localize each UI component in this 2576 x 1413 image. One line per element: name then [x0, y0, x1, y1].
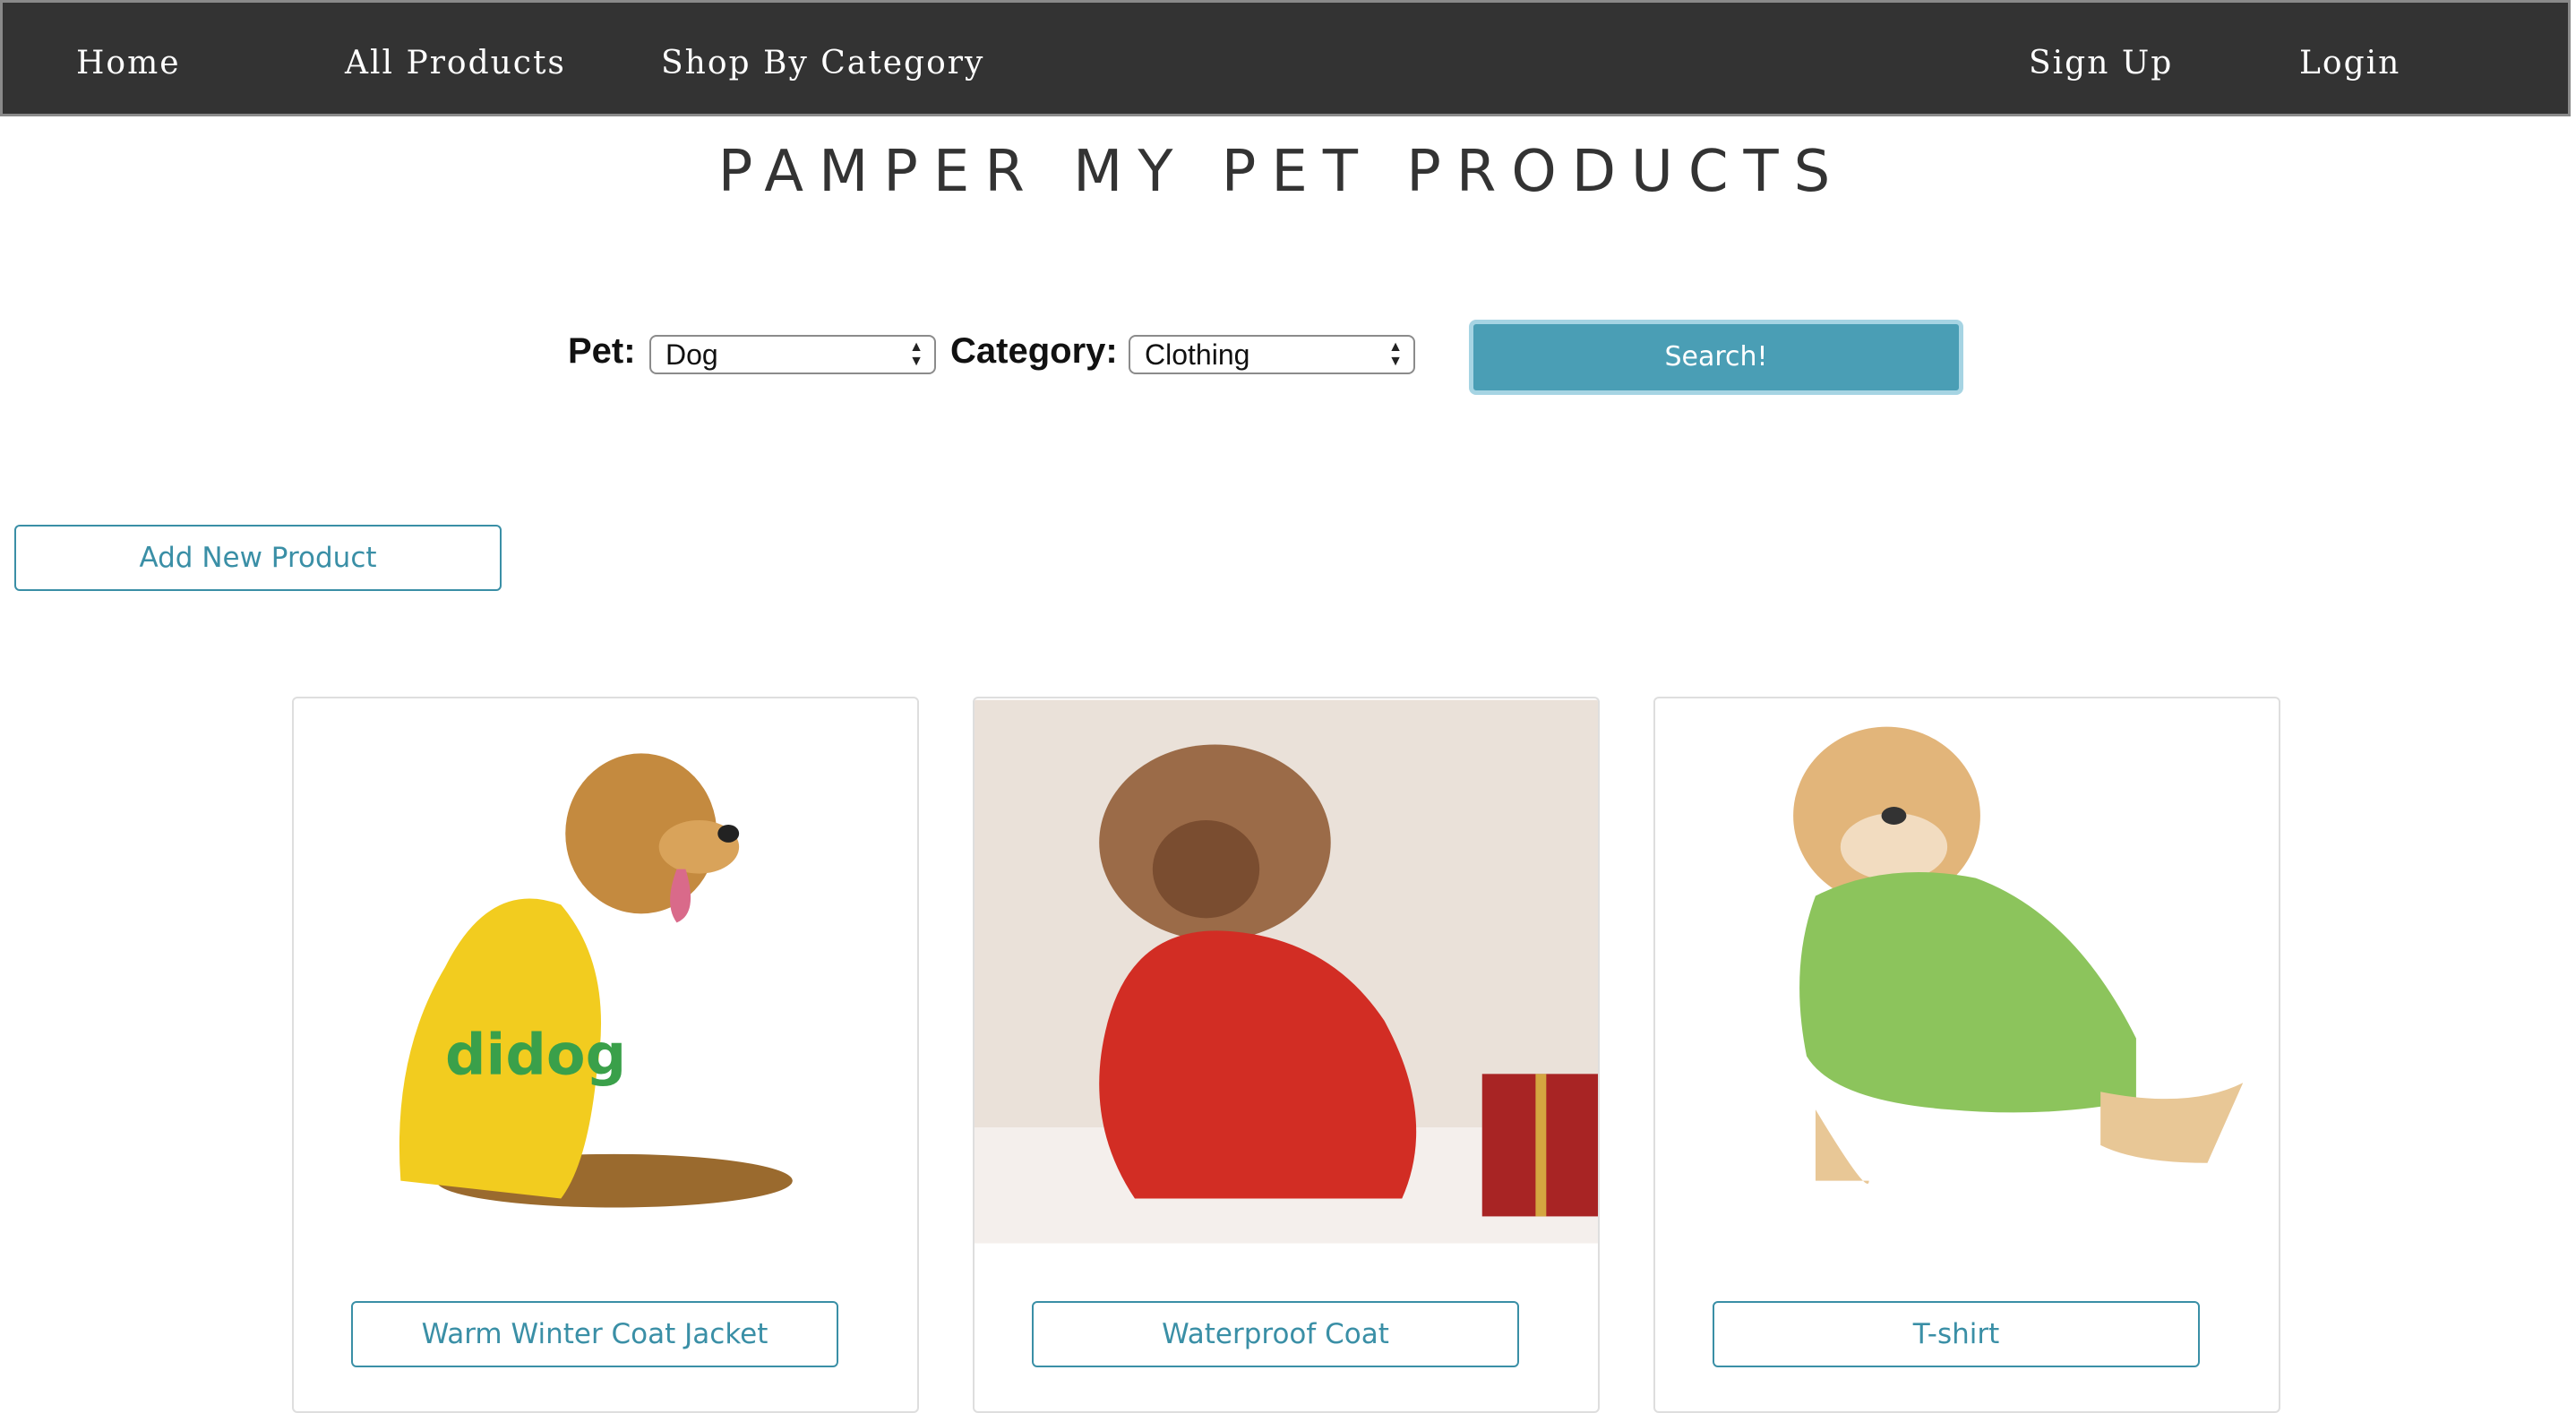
top-navbar: Home All Products Shop By Category Sign … [0, 0, 2571, 116]
product-name-button[interactable]: T-shirt [1713, 1301, 2200, 1367]
category-select[interactable]: Clothing ▲ ▼ [1129, 335, 1415, 374]
pet-label: Pet: [568, 331, 636, 371]
nav-home[interactable]: Home [76, 3, 181, 124]
category-select-value: Clothing [1145, 338, 1250, 371]
product-card: didog Warm Winter Coat Jacket [292, 697, 919, 1413]
search-button[interactable]: Search! [1469, 320, 1963, 395]
nav-sign-up[interactable]: Sign Up [2029, 3, 2173, 124]
product-name-button[interactable]: Waterproof Coat [1032, 1301, 1519, 1367]
add-new-product-button[interactable]: Add New Product [14, 525, 502, 591]
page-title: PAMPER MY PET PRODUCTS [717, 139, 1846, 205]
poodle-red-puffer-coat-image[interactable] [975, 698, 1598, 1245]
product-name-button[interactable]: Warm Winter Coat Jacket [351, 1301, 838, 1367]
pet-select-value: Dog [665, 338, 718, 371]
nav-shop-by-category[interactable]: Shop By Category [661, 3, 984, 124]
nav-login[interactable]: Login [2299, 3, 2400, 124]
svg-text:didog: didog [445, 1022, 626, 1088]
golden-dog-yellow-hoodie-image[interactable]: didog [294, 698, 917, 1245]
product-card: Waterproof Coat [973, 697, 1600, 1413]
category-label: Category: [950, 331, 1118, 371]
product-card: T-shirt [1653, 697, 2280, 1413]
select-arrows-icon: ▲ ▼ [909, 339, 923, 369]
select-arrows-icon: ▲ ▼ [1388, 339, 1403, 369]
pet-select[interactable]: Dog ▲ ▼ [649, 335, 936, 374]
nav-all-products[interactable]: All Products [345, 3, 566, 124]
golden-dog-green-tshirt-image[interactable] [1655, 698, 2279, 1245]
